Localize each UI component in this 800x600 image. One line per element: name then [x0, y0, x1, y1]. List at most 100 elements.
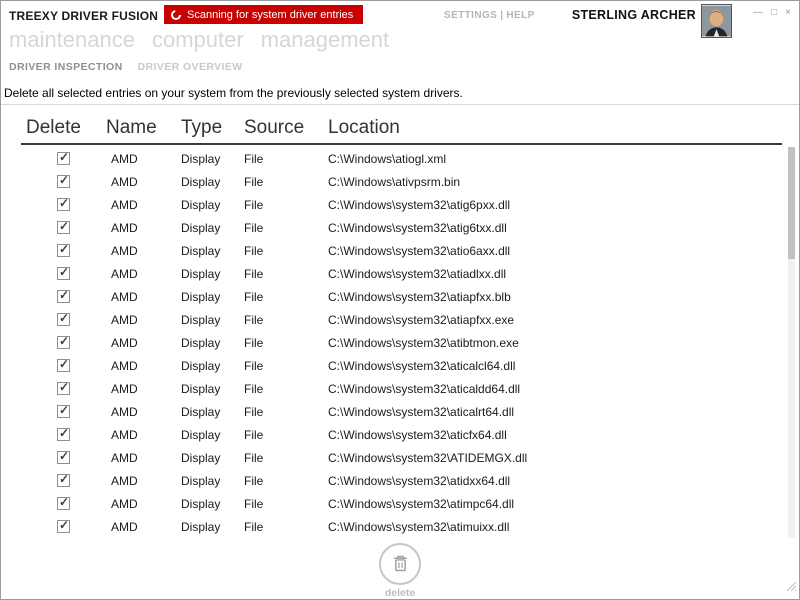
row-name: AMD: [106, 198, 181, 212]
table-header: Delete Name Type Source Location: [21, 112, 782, 145]
status-badge-text: Scanning for system driver entries: [187, 9, 353, 21]
table-row[interactable]: AMD Display File C:\Windows\system32\ATI…: [21, 446, 782, 469]
tab-driver-inspection[interactable]: DRIVER INSPECTION: [9, 61, 123, 73]
settings-link[interactable]: SETTINGS: [444, 10, 497, 21]
row-source: File: [244, 244, 328, 258]
table-row[interactable]: AMD Display File C:\Windows\ativpsrm.bin: [21, 170, 782, 193]
row-location: C:\Windows\system32\atibtmon.exe: [328, 336, 782, 350]
row-delete-checkbox[interactable]: [57, 474, 70, 487]
table-row[interactable]: AMD Display File C:\Windows\system32\ati…: [21, 492, 782, 515]
row-name: AMD: [106, 474, 181, 488]
row-source: File: [244, 428, 328, 442]
row-delete-checkbox[interactable]: [57, 152, 70, 165]
row-delete-checkbox[interactable]: [57, 244, 70, 257]
nav-management[interactable]: management: [261, 27, 389, 53]
close-icon[interactable]: ×: [785, 7, 791, 18]
row-delete-checkbox[interactable]: [57, 290, 70, 303]
table-row[interactable]: AMD Display File C:\Windows\system32\ati…: [21, 423, 782, 446]
row-type: Display: [181, 382, 244, 396]
table-row[interactable]: AMD Display File C:\Windows\system32\ati…: [21, 400, 782, 423]
row-delete-checkbox[interactable]: [57, 175, 70, 188]
row-location: C:\Windows\system32\atiapfxx.exe: [328, 313, 782, 327]
user-name[interactable]: STERLING ARCHER: [556, 8, 696, 22]
table-row[interactable]: AMD Display File C:\Windows\system32\ati…: [21, 239, 782, 262]
table-row[interactable]: AMD Display File C:\Windows\system32\ati…: [21, 354, 782, 377]
row-delete-checkbox[interactable]: [57, 198, 70, 211]
row-location: C:\Windows\ativpsrm.bin: [328, 175, 782, 189]
titlebar-menu: SETTINGS|HELP: [444, 10, 535, 21]
row-type: Display: [181, 359, 244, 373]
row-source: File: [244, 267, 328, 281]
row-name: AMD: [106, 428, 181, 442]
resize-grip-icon[interactable]: [785, 579, 797, 597]
row-name: AMD: [106, 152, 181, 166]
row-location: C:\Windows\system32\aticalrt64.dll: [328, 405, 782, 419]
table-row[interactable]: AMD Display File C:\Windows\atiogl.xml: [21, 147, 782, 170]
row-location: C:\Windows\system32\aticalcl64.dll: [328, 359, 782, 373]
row-location: C:\Windows\system32\aticfx64.dll: [328, 428, 782, 442]
row-delete-checkbox[interactable]: [57, 497, 70, 510]
table-row[interactable]: AMD Display File C:\Windows\system32\ati…: [21, 216, 782, 239]
row-delete-checkbox[interactable]: [57, 382, 70, 395]
row-location: C:\Windows\atiogl.xml: [328, 152, 782, 166]
row-type: Display: [181, 497, 244, 511]
table-row[interactable]: AMD Display File C:\Windows\system32\ati…: [21, 331, 782, 354]
row-name: AMD: [106, 221, 181, 235]
row-delete-checkbox[interactable]: [57, 221, 70, 234]
row-source: File: [244, 382, 328, 396]
minimize-icon[interactable]: —: [753, 7, 763, 18]
row-source: File: [244, 336, 328, 350]
table-row[interactable]: AMD Display File C:\Windows\system32\ati…: [21, 469, 782, 492]
row-name: AMD: [106, 451, 181, 465]
table-row[interactable]: AMD Display File C:\Windows\system32\ati…: [21, 515, 782, 538]
row-location: C:\Windows\system32\atiapfxx.blb: [328, 290, 782, 304]
row-delete-checkbox[interactable]: [57, 359, 70, 372]
row-delete-checkbox[interactable]: [57, 267, 70, 280]
row-source: File: [244, 520, 328, 534]
row-name: AMD: [106, 175, 181, 189]
row-delete-checkbox[interactable]: [57, 428, 70, 441]
delete-button[interactable]: [379, 543, 421, 585]
delete-button-label: delete: [385, 587, 415, 599]
row-location: C:\Windows\system32\aticaldd64.dll: [328, 382, 782, 396]
help-link[interactable]: HELP: [506, 10, 534, 21]
maximize-icon[interactable]: □: [771, 7, 777, 18]
row-delete-checkbox[interactable]: [57, 405, 70, 418]
table-row[interactable]: AMD Display File C:\Windows\system32\ati…: [21, 285, 782, 308]
row-source: File: [244, 359, 328, 373]
row-type: Display: [181, 290, 244, 304]
row-location: C:\Windows\system32\atig6txx.dll: [328, 221, 782, 235]
row-name: AMD: [106, 267, 181, 281]
row-name: AMD: [106, 520, 181, 534]
page-description: Delete all selected entries on your syst…: [4, 86, 463, 100]
nav-maintenance[interactable]: maintenance: [9, 27, 135, 53]
row-name: AMD: [106, 313, 181, 327]
header-type: Type: [181, 117, 244, 139]
row-type: Display: [181, 405, 244, 419]
row-delete-checkbox[interactable]: [57, 520, 70, 533]
row-name: AMD: [106, 336, 181, 350]
header-location: Location: [328, 117, 782, 139]
tab-driver-overview[interactable]: DRIVER OVERVIEW: [138, 61, 243, 73]
trash-icon: [392, 554, 409, 575]
row-delete-checkbox[interactable]: [57, 313, 70, 326]
row-source: File: [244, 221, 328, 235]
row-source: File: [244, 175, 328, 189]
table-row[interactable]: AMD Display File C:\Windows\system32\ati…: [21, 377, 782, 400]
primary-nav: maintenance computer management: [9, 27, 389, 53]
user-avatar[interactable]: [701, 4, 732, 38]
scrollbar-thumb[interactable]: [788, 147, 795, 259]
row-delete-checkbox[interactable]: [57, 336, 70, 349]
table-row[interactable]: AMD Display File C:\Windows\system32\ati…: [21, 262, 782, 285]
header-name: Name: [106, 117, 181, 139]
row-name: AMD: [106, 290, 181, 304]
row-source: File: [244, 474, 328, 488]
row-type: Display: [181, 244, 244, 258]
row-delete-checkbox[interactable]: [57, 451, 70, 464]
table-row[interactable]: AMD Display File C:\Windows\system32\ati…: [21, 308, 782, 331]
header-source: Source: [244, 117, 328, 139]
table-scrollbar[interactable]: [788, 147, 795, 538]
table-row[interactable]: AMD Display File C:\Windows\system32\ati…: [21, 193, 782, 216]
row-name: AMD: [106, 497, 181, 511]
nav-computer[interactable]: computer: [152, 27, 244, 53]
